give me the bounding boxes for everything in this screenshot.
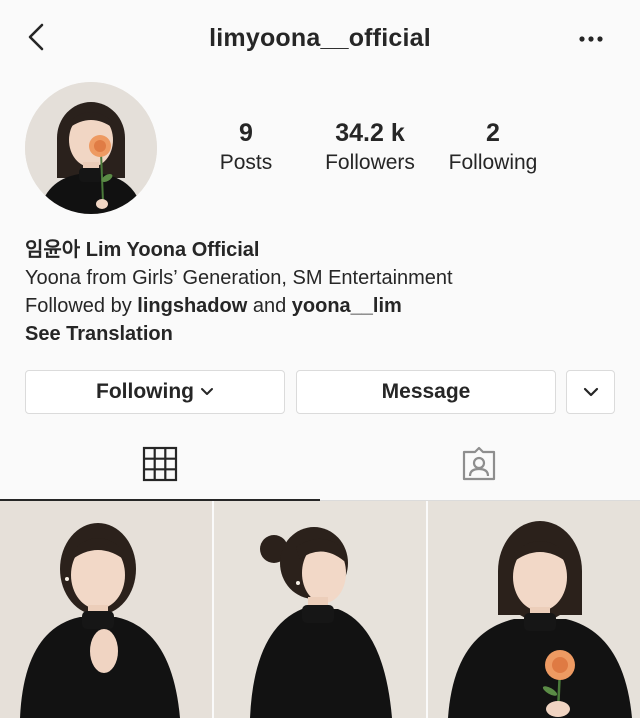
grid-icon <box>142 446 178 482</box>
followers-count: 34.2 k <box>335 119 405 147</box>
posts-count: 9 <box>239 119 253 147</box>
profile-bio: 임윤아 Lim Yoona Official Yoona from Girls’… <box>25 236 453 348</box>
grid-photo-1[interactable] <box>0 501 212 718</box>
more-horizontal-icon[interactable] <box>574 26 610 52</box>
followed-by-user-lingshadow[interactable]: lingshadow <box>137 295 247 317</box>
stat-followers[interactable]: 34.2 k Followers <box>312 118 428 176</box>
suggested-accounts-button[interactable] <box>566 370 615 414</box>
followed-by-and: and <box>247 295 292 317</box>
profile-avatar[interactable] <box>25 82 157 214</box>
photo-grid <box>0 501 640 718</box>
stat-posts[interactable]: 9 Posts <box>200 118 292 176</box>
followed-by: Followed by lingshadow and yoona__lim <box>25 292 453 320</box>
message-button-label: Message <box>381 380 471 403</box>
grid-photo-3[interactable] <box>428 501 640 718</box>
tab-tagged[interactable] <box>320 440 640 500</box>
grid-photo-2[interactable] <box>214 501 426 718</box>
following-button-label: Following <box>96 380 194 403</box>
profile-display-name: 임윤아 Lim Yoona Official <box>25 239 260 261</box>
profile-tabs <box>0 440 640 501</box>
top-bar: limyoona__official <box>0 0 640 78</box>
following-label: Following <box>448 151 538 174</box>
stat-following[interactable]: 2 Following <box>440 118 546 176</box>
chevron-down-icon <box>583 387 598 397</box>
followed-by-user-yoona-lim[interactable]: yoona__lim <box>292 295 402 317</box>
message-button[interactable]: Message <box>296 370 556 414</box>
chevron-down-icon <box>200 388 213 395</box>
following-button[interactable]: Following <box>25 370 285 414</box>
followers-label: Followers <box>325 151 415 174</box>
following-count: 2 <box>486 119 500 147</box>
profile-description: Yoona from Girls’ Generation, SM Enterta… <box>25 267 453 289</box>
tab-posts-grid[interactable] <box>0 440 320 501</box>
profile-username: limyoona__official <box>209 24 431 52</box>
tagged-person-icon <box>462 446 496 481</box>
see-translation-link[interactable]: See Translation <box>25 320 453 348</box>
followed-by-prefix: Followed by <box>25 295 138 317</box>
posts-label: Posts <box>219 151 273 174</box>
